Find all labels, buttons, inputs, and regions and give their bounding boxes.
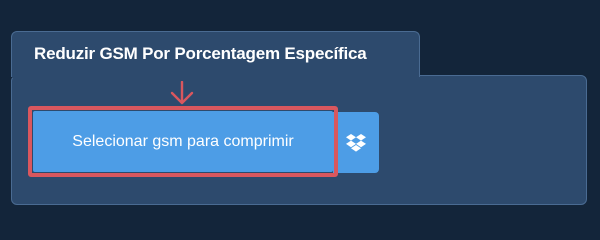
dropbox-icon bbox=[346, 133, 366, 152]
panel-title: Reduzir GSM Por Porcentagem Específica bbox=[34, 44, 367, 63]
arrow-down-icon bbox=[170, 81, 194, 105]
dropbox-upload-button[interactable] bbox=[333, 112, 379, 173]
page: Reduzir GSM Por Porcentagem Específica S… bbox=[0, 0, 600, 230]
panel-seam bbox=[12, 75, 419, 78]
select-file-button[interactable]: Selecionar gsm para comprimir bbox=[33, 111, 333, 172]
